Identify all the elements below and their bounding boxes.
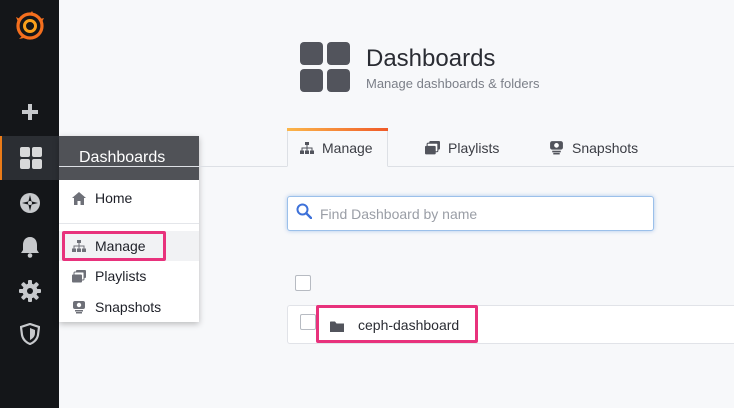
flyout-item-playlists[interactable]: Playlists — [59, 261, 199, 291]
flyout-item-label: Snapshots — [95, 299, 162, 315]
flyout-divider — [59, 223, 199, 224]
plus-icon[interactable] — [0, 90, 59, 134]
flyout-item-label: Home — [95, 190, 133, 206]
flyout-item-label: Manage — [95, 238, 146, 254]
sidebar — [0, 0, 59, 408]
shield-icon[interactable] — [0, 312, 59, 356]
flyout-item-label: Playlists — [95, 268, 147, 284]
page-title: Dashboards — [366, 45, 496, 72]
select-all-checkbox[interactable] — [295, 275, 311, 291]
flyout-item-home[interactable]: Home — [59, 183, 199, 213]
page-subtitle: Manage dashboards & folders — [366, 76, 540, 91]
folder-name[interactable]: ceph-dashboard — [358, 317, 459, 333]
dashboards-grid-icon — [300, 42, 350, 92]
tab-label: Manage — [322, 139, 373, 156]
folder-icon — [330, 319, 344, 337]
dashboards-flyout-menu: Dashboards Home Manage Playlists Snapsho… — [59, 136, 199, 322]
home-icon — [71, 190, 87, 206]
flyout-title[interactable]: Dashboards — [59, 136, 199, 180]
search-box — [287, 196, 654, 231]
playlists-icon — [71, 268, 87, 284]
tab-snapshots[interactable]: Snapshots — [549, 128, 638, 167]
grafana-logo-icon[interactable] — [0, 4, 59, 48]
bell-icon[interactable] — [0, 225, 59, 269]
tab-label: Playlists — [448, 139, 500, 156]
sitemap-icon — [300, 141, 314, 154]
snapshots-icon — [71, 299, 87, 315]
snapshots-icon — [549, 140, 564, 155]
row-checkbox[interactable] — [300, 314, 316, 330]
tab-playlists[interactable]: Playlists — [425, 128, 499, 167]
tab-label: Snapshots — [572, 139, 639, 156]
flyout-item-snapshots[interactable]: Snapshots — [59, 292, 199, 322]
tab-manage[interactable]: Manage — [287, 128, 388, 167]
flyout-item-manage[interactable]: Manage — [59, 231, 199, 261]
gear-icon[interactable] — [0, 269, 59, 313]
search-input[interactable] — [320, 205, 640, 222]
playlists-icon — [425, 140, 440, 155]
explore-compass-icon[interactable] — [0, 181, 59, 225]
list-item[interactable] — [287, 305, 734, 344]
search-icon — [296, 203, 313, 224]
sitemap-icon — [71, 238, 87, 254]
dashboards-grid-icon[interactable] — [0, 136, 59, 180]
